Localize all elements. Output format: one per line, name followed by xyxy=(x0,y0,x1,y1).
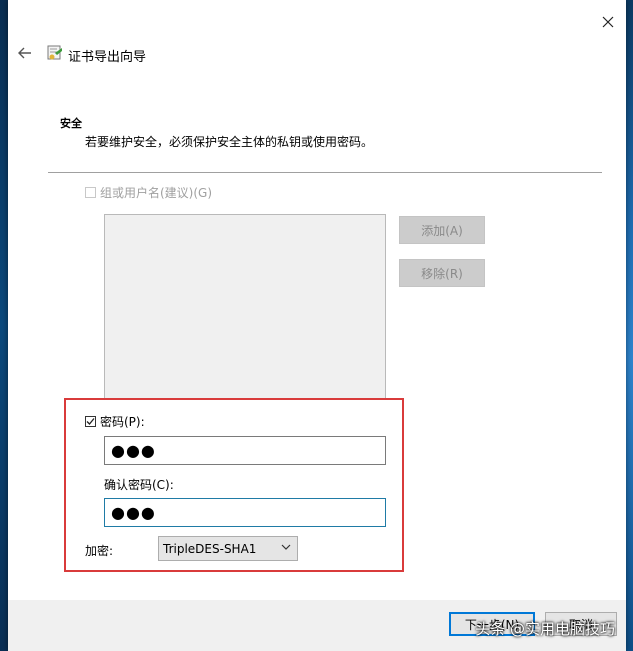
confirm-password-label: 确认密码(C): xyxy=(104,478,174,492)
certificate-export-wizard-dialog: 证书导出向导 安全 若要维护安全，必须保护安全主体的私钥或使用密码。 组或用户名… xyxy=(8,0,626,651)
password-label: 密码(P): xyxy=(100,415,145,429)
add-button[interactable]: 添加(A) xyxy=(399,216,485,244)
group-or-user-label: 组或用户名(建议)(G) xyxy=(100,186,213,200)
checkmark-icon xyxy=(86,418,95,425)
checkbox-unchecked xyxy=(85,187,96,198)
certificate-icon xyxy=(47,45,62,60)
encryption-select[interactable]: TripleDES-SHA1 xyxy=(158,536,298,561)
window-title: 证书导出向导 xyxy=(68,50,147,65)
arrow-left-icon xyxy=(18,47,31,59)
group-or-user-checkbox[interactable]: 组或用户名(建议)(G) xyxy=(85,184,212,201)
remove-button[interactable]: 移除(R) xyxy=(399,259,485,287)
section-heading: 安全 xyxy=(60,117,82,130)
close-icon xyxy=(602,16,614,28)
separator xyxy=(48,172,602,173)
chevron-down-icon xyxy=(281,544,291,550)
checkbox-checked xyxy=(85,416,96,427)
encryption-selected-value: TripleDES-SHA1 xyxy=(163,541,257,556)
users-list-box[interactable] xyxy=(104,214,386,400)
watermark-text: 头条 @实用电脑技巧 xyxy=(475,620,615,638)
password-input[interactable]: ●●● xyxy=(104,436,386,465)
encryption-label: 加密: xyxy=(85,544,114,558)
confirm-password-input[interactable]: ●●● xyxy=(104,498,386,527)
section-description: 若要维护安全，必须保护安全主体的私钥或使用密码。 xyxy=(85,135,374,149)
close-button[interactable] xyxy=(596,10,620,34)
back-button[interactable] xyxy=(14,42,36,64)
password-checkbox[interactable]: 密码(P): xyxy=(85,413,145,430)
